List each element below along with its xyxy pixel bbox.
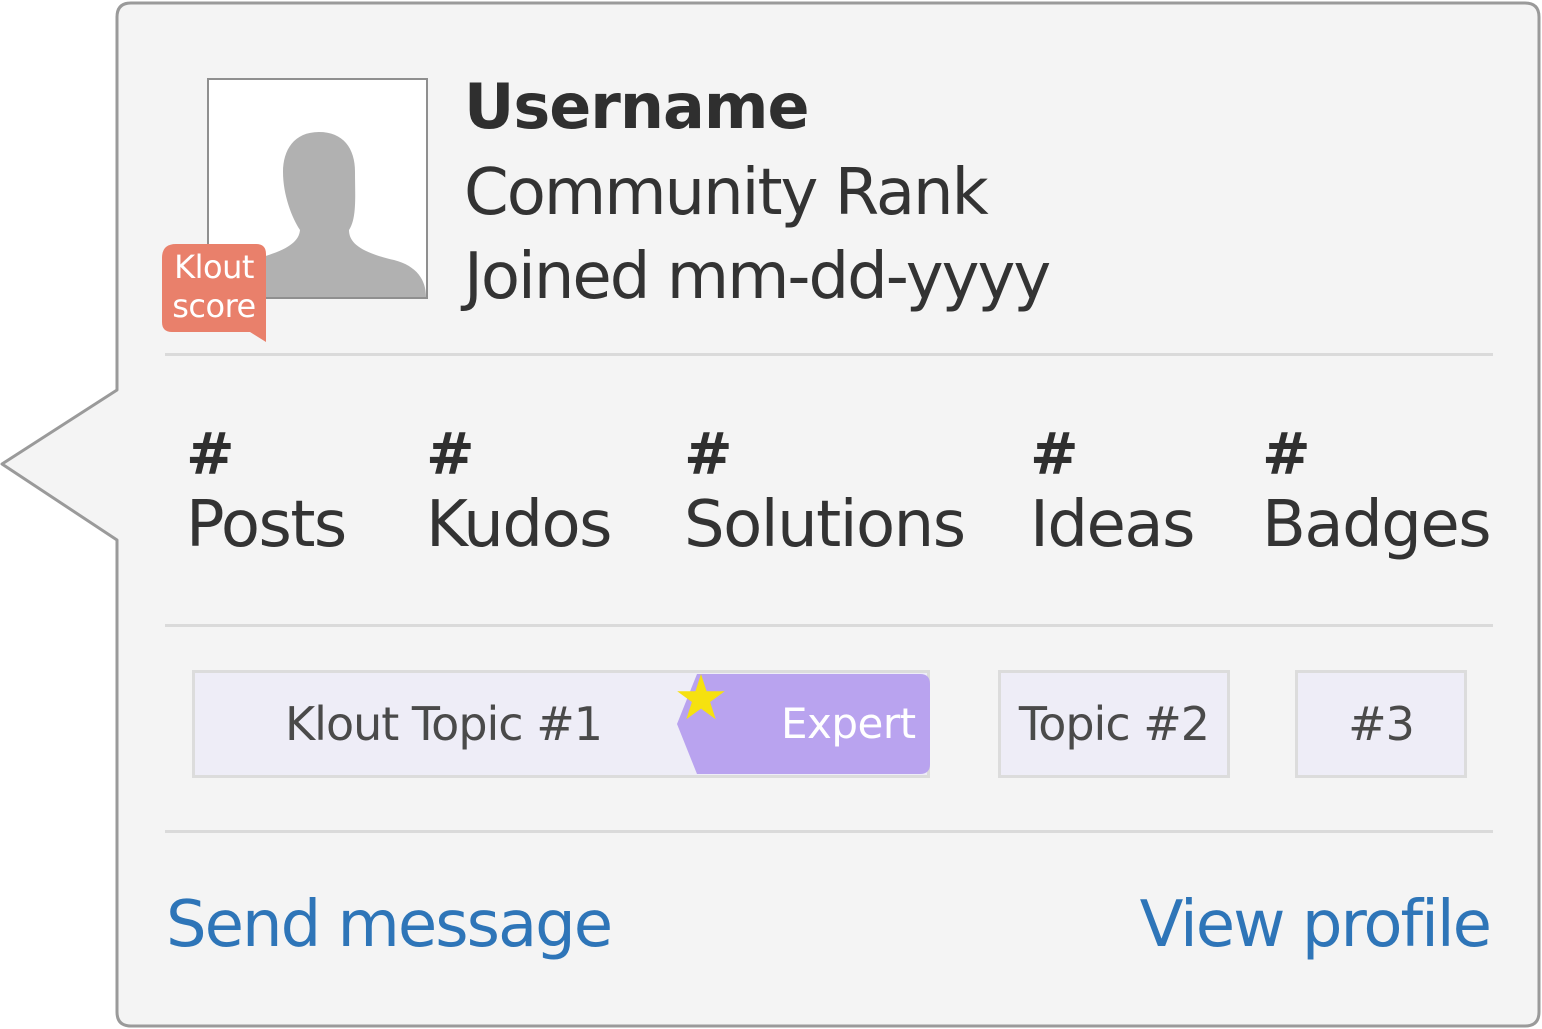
expert-label: Expert (781, 699, 916, 748)
send-message-link[interactable]: Send message (166, 888, 613, 962)
view-profile-link[interactable]: View profile (1140, 888, 1492, 962)
topic-label: Topic #2 (1018, 697, 1210, 751)
topic-label: #3 (1348, 697, 1415, 751)
stat-posts: # Posts (186, 418, 347, 562)
stat-solutions: # Solutions (684, 418, 966, 562)
stat-label: Badges (1262, 488, 1492, 562)
klout-score-badge: Klout score (162, 244, 268, 344)
stat-value: # (1262, 420, 1311, 488)
stat-label: Kudos (426, 488, 612, 562)
stat-label: Ideas (1030, 488, 1195, 562)
divider (165, 624, 1493, 627)
klout-score-label: Klout score (172, 248, 256, 325)
stat-value: # (684, 420, 733, 488)
username[interactable]: Username (464, 70, 810, 143)
divider (165, 830, 1493, 833)
community-rank: Community Rank (464, 156, 989, 230)
user-profile-popover: Klout score Username Community Rank Joine… (0, 0, 1542, 1029)
star-icon (677, 674, 725, 720)
stat-value: # (426, 420, 475, 488)
topic-chip-2[interactable]: Topic #2 (998, 670, 1230, 778)
stat-label: Solutions (684, 488, 966, 562)
topic-chip-1[interactable]: Klout Topic #1 Expert (192, 670, 930, 778)
stat-value: # (186, 420, 235, 488)
stat-kudos: # Kudos (426, 418, 612, 562)
stat-value: # (1030, 420, 1079, 488)
stat-ideas: # Ideas (1030, 418, 1195, 562)
join-date: Joined mm-dd-yyyy (464, 240, 1051, 314)
stat-label: Posts (186, 488, 347, 562)
topic-chip-3[interactable]: #3 (1295, 670, 1467, 778)
divider (165, 353, 1493, 356)
expert-tag: Expert (677, 674, 930, 774)
stat-badges: # Badges (1262, 418, 1492, 562)
topic-label: Klout Topic #1 (285, 697, 603, 751)
